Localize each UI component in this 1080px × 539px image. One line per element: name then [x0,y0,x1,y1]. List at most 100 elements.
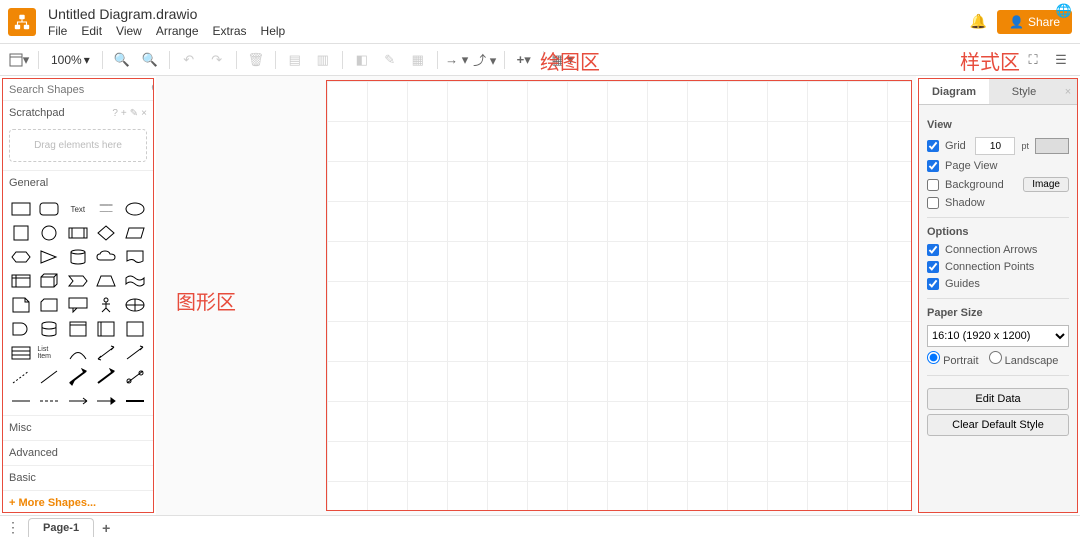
delete-button[interactable]: 🗑 [243,47,269,73]
clear-style-button[interactable]: Clear Default Style [927,414,1069,436]
search-shapes-input[interactable] [9,84,151,96]
shape-container2[interactable] [94,319,118,339]
shape-container3[interactable] [123,319,147,339]
format-panel-button[interactable]: ☰ [1048,47,1074,73]
shape-list[interactable] [9,343,33,363]
shape-step[interactable] [66,271,90,291]
shape-note[interactable] [9,295,33,315]
scratchpad-edit-icon[interactable]: ✎ [130,108,138,119]
shape-square[interactable] [9,223,33,243]
insert-button[interactable]: + ▾ [511,47,537,73]
shape-hline5[interactable] [123,391,147,411]
menu-arrange[interactable]: Arrange [156,24,199,38]
shape-curve[interactable] [66,343,90,363]
section-general[interactable]: General [3,170,153,195]
to-front-button[interactable]: ▤ [282,47,308,73]
shape-parallelogram[interactable] [123,223,147,243]
shape-hline4[interactable] [94,391,118,411]
scratchpad-drop-zone[interactable]: Drag elements here [9,129,147,162]
shape-trapezoid[interactable] [94,271,118,291]
menu-extras[interactable]: Extras [213,24,247,38]
zoom-out-button[interactable]: 🔍 [137,47,163,73]
shape-cube[interactable] [37,271,61,291]
shape-document[interactable] [123,247,147,267]
shape-line[interactable] [37,367,61,387]
pages-menu-icon[interactable]: ⋮ [6,519,20,536]
waypoint-button[interactable]: ⤴ ▾ [472,47,498,73]
shape-or[interactable] [123,295,147,315]
shape-hline2[interactable] [37,391,61,411]
shape-process[interactable] [66,223,90,243]
undo-button[interactable]: ↶ [176,47,202,73]
scratchpad-add-icon[interactable]: + [121,108,127,119]
landscape-radio[interactable] [989,351,1002,364]
shape-roundrect[interactable] [37,199,61,219]
shape-internal[interactable] [9,271,33,291]
grid-size-input[interactable] [975,137,1015,155]
shadow-button[interactable]: ▦ [405,47,431,73]
edit-data-button[interactable]: Edit Data [927,388,1069,410]
shape-listitem[interactable]: List Item [37,343,61,363]
bell-icon[interactable]: 🔔 [970,13,987,30]
shape-link[interactable] [123,367,147,387]
shape-dashline[interactable] [9,367,33,387]
more-shapes-button[interactable]: + More Shapes... [3,490,153,513]
shape-hline1[interactable] [9,391,33,411]
fill-color-button[interactable]: ◧ [349,47,375,73]
doc-title[interactable]: Untitled Diagram.drawio [48,6,970,22]
grid-checkbox[interactable] [927,140,939,152]
shape-thick-arrow[interactable] [94,367,118,387]
fullscreen-button[interactable]: ⛶ [1020,47,1046,73]
section-advanced[interactable]: Advanced [3,440,153,465]
line-color-button[interactable]: ✎ [377,47,403,73]
redo-button[interactable]: ↷ [204,47,230,73]
shape-datastore[interactable] [37,319,61,339]
page-setup-button[interactable]: ▾ [6,47,32,73]
search-icon[interactable]: 🔍 [151,83,154,96]
menu-view[interactable]: View [116,24,142,38]
shape-actor[interactable] [94,295,118,315]
pageview-checkbox[interactable] [927,160,939,172]
portrait-option[interactable]: Portrait [927,351,979,367]
section-misc[interactable]: Misc [3,415,153,440]
shape-bidir-thick[interactable] [66,367,90,387]
portrait-radio[interactable] [927,351,940,364]
tab-diagram[interactable]: Diagram [919,79,989,104]
shape-tape[interactable] [123,271,147,291]
shape-diamond[interactable] [94,223,118,243]
shape-bidir-arrow[interactable] [94,343,118,363]
shape-cylinder[interactable] [66,247,90,267]
landscape-option[interactable]: Landscape [989,351,1059,367]
menu-edit[interactable]: Edit [81,24,102,38]
shape-cloud[interactable] [94,247,118,267]
menu-help[interactable]: Help [261,24,286,38]
zoom-select[interactable]: 100% ▾ [45,53,96,67]
shape-text[interactable]: Text [66,199,90,219]
page-tab-1[interactable]: Page-1 [28,518,94,537]
tab-close-icon[interactable]: × [1059,79,1077,104]
shape-hexagon[interactable] [9,247,33,267]
tab-style[interactable]: Style [989,79,1059,104]
drawing-canvas[interactable] [326,80,912,511]
add-page-button[interactable]: + [102,520,110,536]
grid-color-swatch[interactable] [1035,138,1069,154]
section-basic[interactable]: Basic [3,465,153,490]
scratchpad-help-icon[interactable]: ? [112,108,118,119]
shape-circle[interactable] [37,223,61,243]
scratchpad-title[interactable]: Scratchpad [9,107,65,119]
to-back-button[interactable]: ▥ [310,47,336,73]
guides-checkbox[interactable] [927,278,939,290]
zoom-in-button[interactable]: 🔍 [109,47,135,73]
shape-arrow[interactable] [123,343,147,363]
shape-ellipse[interactable] [123,199,147,219]
background-image-button[interactable]: Image [1023,177,1069,192]
paper-size-select[interactable]: 16:10 (1920 x 1200) [927,325,1069,347]
language-icon[interactable]: 🌐 [1056,3,1072,19]
shape-container[interactable] [66,319,90,339]
app-logo[interactable] [8,8,36,36]
conn-arrows-checkbox[interactable] [927,244,939,256]
background-checkbox[interactable] [927,179,939,191]
shape-rect[interactable] [9,199,33,219]
shadow-checkbox[interactable] [927,197,939,209]
shape-triangle[interactable] [37,247,61,267]
